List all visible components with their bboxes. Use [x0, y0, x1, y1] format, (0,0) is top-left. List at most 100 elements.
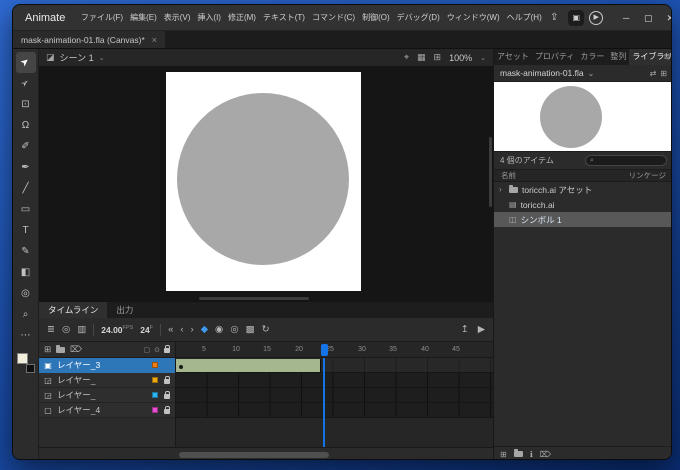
layer-lock-slot[interactable]: [162, 377, 171, 384]
library-document-selector[interactable]: mask-animation-01.fla ⌄ ⇄ ⊞: [494, 65, 672, 82]
layer-outline-color[interactable]: [152, 362, 158, 368]
column-linkage[interactable]: リンケージ: [629, 170, 666, 181]
subselection-tool[interactable]: ➢: [16, 73, 36, 94]
tab-timeline[interactable]: タイムライン: [39, 302, 107, 318]
tab-color[interactable]: カラー: [577, 49, 607, 65]
stage-horizontal-scrollbar[interactable]: [199, 297, 309, 300]
layer-outline-color[interactable]: [152, 377, 158, 383]
export-icon[interactable]: ↥: [461, 324, 469, 335]
edit-scene-icon[interactable]: ▦: [417, 52, 426, 63]
more-tools-button[interactable]: ⋯: [16, 325, 36, 346]
add-folder-button[interactable]: [56, 347, 65, 353]
tab-properties[interactable]: プロパティ: [532, 49, 578, 65]
library-search-input[interactable]: [597, 157, 662, 164]
delete-item-button[interactable]: ⌦: [540, 450, 551, 459]
line-tool[interactable]: ╱: [16, 178, 36, 199]
pen-tool[interactable]: ✒: [16, 157, 36, 178]
frame-row[interactable]: [176, 403, 493, 418]
zoom-tool[interactable]: ⌕: [16, 304, 36, 325]
playhead-marker[interactable]: [321, 344, 328, 356]
rectangle-tool[interactable]: ▭: [16, 199, 36, 220]
menu-window[interactable]: ウィンドウ(W): [443, 12, 503, 23]
center-stage-icon[interactable]: ⌖: [404, 52, 409, 63]
graph-icon[interactable]: ▥: [77, 324, 86, 335]
current-frame[interactable]: 24F: [140, 325, 153, 335]
menu-view[interactable]: 表示(V): [160, 12, 194, 23]
onion-outline-button[interactable]: ◎: [230, 324, 238, 335]
layer-lock-slot[interactable]: [162, 392, 171, 399]
play-button[interactable]: ▶: [478, 324, 485, 335]
new-folder-button[interactable]: [514, 451, 523, 457]
menu-control[interactable]: 制御(O): [359, 12, 394, 23]
lasso-tool[interactable]: Ω: [16, 115, 36, 136]
loop-button[interactable]: ↻: [262, 324, 270, 335]
step-back-button[interactable]: «: [168, 324, 173, 335]
scene-name[interactable]: シーン 1: [60, 51, 94, 64]
tab-align[interactable]: 整列: [607, 49, 629, 65]
paint-bucket-tool[interactable]: ◧: [16, 262, 36, 283]
text-tool[interactable]: T: [16, 220, 36, 241]
camera-tool[interactable]: ◎: [16, 283, 36, 304]
layer-row[interactable]: ◲ レイヤー_: [39, 373, 175, 388]
menu-help[interactable]: ヘルプ(H): [503, 12, 545, 23]
pencil-tool[interactable]: ✎: [16, 241, 36, 262]
frames-area[interactable]: 5 10 15 20 25 30 35 40 45: [176, 342, 493, 447]
layer-outline-color[interactable]: [152, 392, 158, 398]
menu-file[interactable]: ファイル(F): [77, 12, 126, 23]
menu-modify[interactable]: 修正(M): [224, 12, 259, 23]
lock-icon[interactable]: [164, 379, 170, 384]
layer-row[interactable]: ▢ レイヤー_4: [39, 403, 175, 418]
circle-shape[interactable]: [177, 93, 349, 265]
selection-tool[interactable]: ➤: [16, 52, 36, 73]
library-search[interactable]: ⌕: [585, 155, 667, 166]
stage-canvas[interactable]: [166, 72, 361, 291]
fill-color-swatch[interactable]: [26, 364, 35, 373]
frame-ruler[interactable]: 5 10 15 20 25 30 35 40 45: [176, 342, 493, 358]
camera-icon[interactable]: ◎: [62, 324, 70, 335]
delete-layer-button[interactable]: ⌦: [70, 344, 82, 355]
onion-skin-button[interactable]: ◉: [215, 324, 223, 335]
timeline-horizontal-scrollbar[interactable]: [179, 452, 329, 458]
stroke-color-swatch[interactable]: [17, 353, 28, 364]
layer-name[interactable]: レイヤー_4: [57, 404, 148, 416]
edit-symbol-icon[interactable]: ⊞: [434, 52, 442, 63]
layer-outline-color[interactable]: [152, 407, 158, 413]
color-swatches[interactable]: [17, 353, 35, 373]
share-icon[interactable]: ⇪: [545, 12, 563, 23]
library-item-symbol[interactable]: ◫ シンボル 1: [494, 212, 672, 227]
visibility-column-icon[interactable]: ⊙: [154, 346, 160, 354]
add-layer-button[interactable]: ⊞: [44, 344, 51, 355]
menu-commands[interactable]: コマンド(C): [308, 12, 358, 23]
properties-button[interactable]: ℹ: [530, 450, 533, 459]
tab-output[interactable]: 出力: [107, 302, 142, 318]
play-circle-icon[interactable]: ▶: [589, 11, 603, 25]
frame-row[interactable]: [176, 388, 493, 403]
playhead-line[interactable]: [323, 358, 325, 447]
lock-icon[interactable]: [164, 394, 170, 399]
document-tab[interactable]: mask-animation-01.fla (Canvas)* ×: [13, 31, 165, 48]
layers-icon[interactable]: ≣: [47, 324, 55, 335]
lock-column-icon[interactable]: [164, 348, 170, 353]
library-document-dropdown-icon[interactable]: ⌄: [588, 69, 595, 78]
stage-area[interactable]: [39, 67, 493, 301]
publish-icon[interactable]: ▣: [568, 10, 584, 26]
layer-name[interactable]: レイヤー_3: [57, 359, 148, 371]
layer-row[interactable]: ◲ レイヤー_: [39, 388, 175, 403]
tab-close-icon[interactable]: ×: [152, 35, 157, 45]
layer-name[interactable]: レイヤー_: [57, 374, 148, 386]
tween-span[interactable]: [176, 359, 321, 372]
brush-tool[interactable]: ✐: [16, 136, 36, 157]
zoom-dropdown-icon[interactable]: ⌄: [480, 54, 486, 62]
frame-forward-button[interactable]: ›: [191, 324, 194, 335]
library-item-folder[interactable]: › toricch.ai アセット: [494, 182, 672, 197]
lock-icon[interactable]: [164, 409, 170, 414]
scene-dropdown-icon[interactable]: ⌄: [99, 54, 105, 62]
menu-edit[interactable]: 編集(E): [127, 12, 161, 23]
frame-back-button[interactable]: ‹: [180, 324, 183, 335]
outline-column-icon[interactable]: ▢: [144, 346, 151, 354]
close-button[interactable]: ✕: [659, 5, 672, 31]
maximize-button[interactable]: ▢: [637, 5, 659, 31]
layer-lock-slot[interactable]: [162, 407, 171, 414]
new-library-panel-icon[interactable]: ⊞: [660, 69, 667, 78]
new-symbol-button[interactable]: ⊞: [500, 450, 507, 459]
